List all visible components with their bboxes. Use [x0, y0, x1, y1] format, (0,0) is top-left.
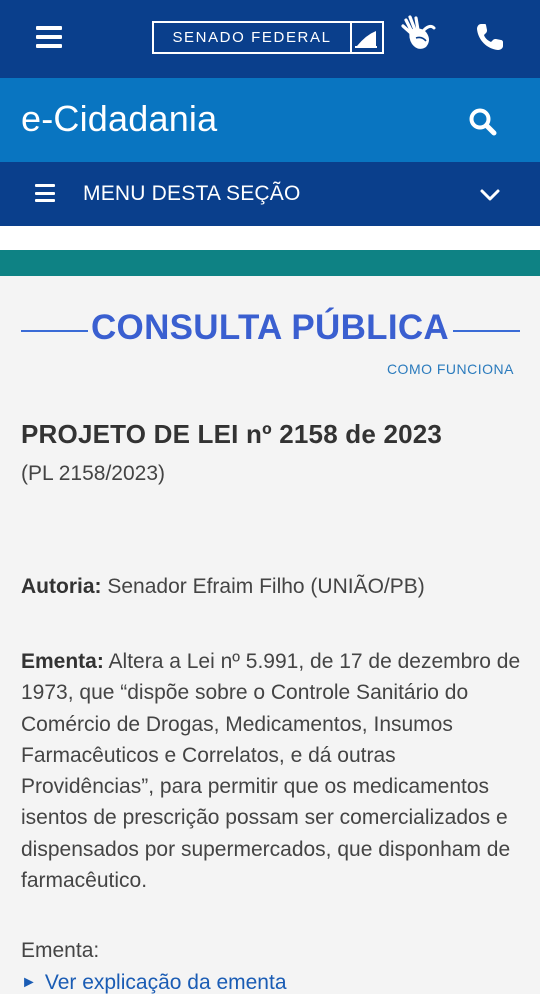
- section-menu-bar[interactable]: MENU DESTA SEÇÃO: [0, 162, 540, 226]
- chevron-down-icon[interactable]: [478, 183, 502, 207]
- summary-text: Altera a Lei nº 5.991, de 17 de dezembro…: [21, 650, 521, 893]
- triangle-right-icon: ►: [21, 974, 37, 991]
- site-title-bar: e-Cidadania: [0, 78, 540, 162]
- phone-icon[interactable]: [474, 21, 506, 53]
- bill-title: PROJETO DE LEI nº 2158 de 2023: [21, 419, 443, 449]
- how-it-works-link[interactable]: COMO FUNCIONA: [387, 361, 514, 377]
- page-heading: CONSULTA PÚBLICA: [0, 306, 540, 354]
- spacer: [0, 226, 540, 250]
- explain-summary-link[interactable]: ► Ver explicação da ementa: [21, 971, 287, 994]
- page-title: CONSULTA PÚBLICA: [90, 308, 449, 347]
- heading-rule-left: [21, 330, 88, 332]
- heading-rule-right: [453, 330, 520, 332]
- site-title[interactable]: e-Cidadania: [21, 98, 217, 140]
- section-menu-label: MENU DESTA SEÇÃO: [83, 182, 301, 205]
- senado-federal-logo[interactable]: SENADO FEDERAL: [152, 21, 384, 54]
- bill-short-name: (PL 2158/2023): [21, 462, 165, 485]
- section-menu-icon: [35, 184, 55, 202]
- top-bar: SENADO FEDERAL: [0, 0, 540, 78]
- sign-language-hands-icon[interactable]: [398, 14, 438, 54]
- bill-summary: Ementa: Altera a Lei nº 5.991, de 17 de …: [21, 646, 526, 896]
- senado-logo-text: SENADO FEDERAL: [172, 29, 332, 46]
- bill-author: Autoria: Senador Efraim Filho (UNIÃO/PB): [21, 575, 425, 599]
- senado-emblem-icon: [350, 23, 382, 52]
- summary-label: Ementa:: [21, 650, 104, 673]
- author-label: Autoria:: [21, 575, 102, 598]
- explain-summary-text: Ver explicação da ementa: [44, 971, 287, 994]
- author-value: Senador Efraim Filho (UNIÃO/PB): [107, 575, 425, 598]
- summary-label-secondary: Ementa:: [21, 939, 100, 962]
- search-icon[interactable]: [467, 106, 499, 138]
- main-menu-button[interactable]: [36, 26, 62, 48]
- teal-divider: [0, 250, 540, 276]
